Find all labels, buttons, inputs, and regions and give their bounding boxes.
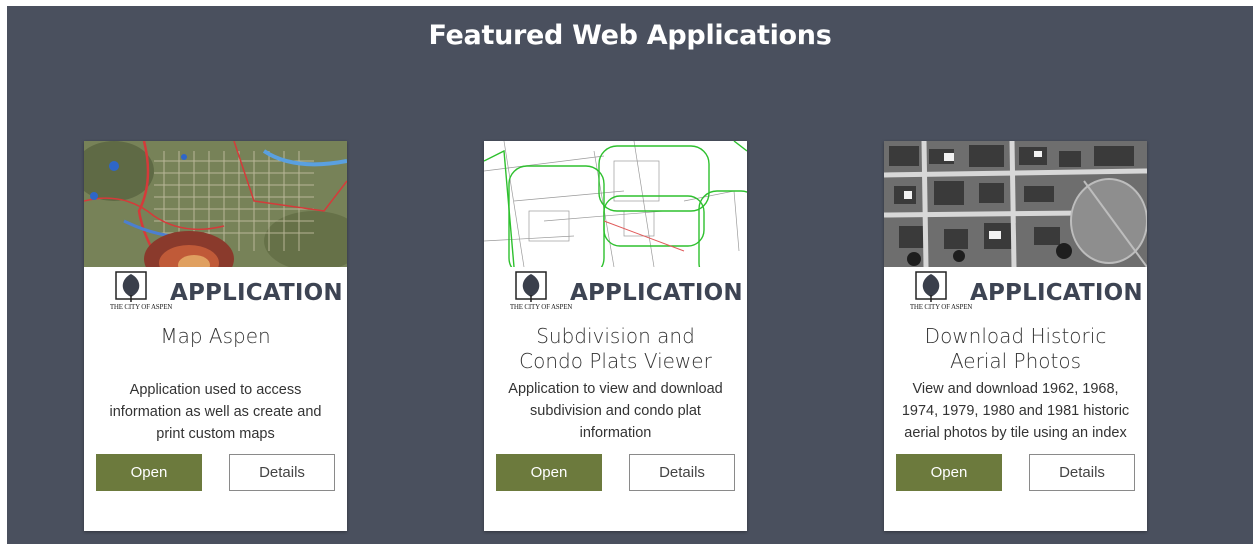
details-button[interactable]: Details: [229, 454, 335, 491]
brand-row: THE CITY OF ASPEN APPLICATION: [84, 269, 347, 315]
details-button[interactable]: Details: [629, 454, 735, 491]
city-of-aspen-logo: THE CITY OF ASPEN: [506, 269, 572, 315]
card-title[interactable]: Map Aspen: [84, 324, 347, 349]
page-title: Featured Web Applications: [428, 20, 832, 51]
details-button[interactable]: Details: [1029, 454, 1135, 491]
application-label: APPLICATION: [970, 280, 1143, 306]
application-label: APPLICATION: [170, 280, 343, 306]
map-thumbnail[interactable]: [84, 141, 347, 267]
app-card-historic-aerials: THE CITY OF ASPEN APPLICATION Download H…: [884, 141, 1147, 531]
card-description: View and download 1962, 1968, 1974, 1979…: [901, 381, 1130, 441]
card-description: Application used to access information a…: [109, 382, 322, 442]
card-title[interactable]: Download Historic Aerial Photos: [884, 324, 1147, 374]
plats-thumbnail[interactable]: [484, 141, 747, 267]
card-title[interactable]: Subdivision and Condo Plats Viewer: [484, 324, 747, 374]
app-card-subdivision-plats: THE CITY OF ASPEN APPLICATION Subdivisio…: [484, 141, 747, 531]
city-of-aspen-logo: THE CITY OF ASPEN: [106, 269, 172, 315]
open-button[interactable]: Open: [96, 454, 202, 491]
open-button[interactable]: Open: [896, 454, 1002, 491]
city-of-aspen-logo: THE CITY OF ASPEN: [906, 269, 972, 315]
brand-row: THE CITY OF ASPEN APPLICATION: [884, 269, 1147, 315]
open-button[interactable]: Open: [496, 454, 602, 491]
app-card-map-aspen: THE CITY OF ASPEN APPLICATION Map Aspen …: [84, 141, 347, 531]
application-label: APPLICATION: [570, 280, 743, 306]
featured-apps-panel: Featured Web Applications THE CITY OF AS…: [7, 6, 1253, 544]
brand-row: THE CITY OF ASPEN APPLICATION: [484, 269, 747, 315]
aerial-photo-thumbnail[interactable]: [884, 141, 1147, 267]
card-description: Application to view and download subdivi…: [508, 381, 723, 441]
